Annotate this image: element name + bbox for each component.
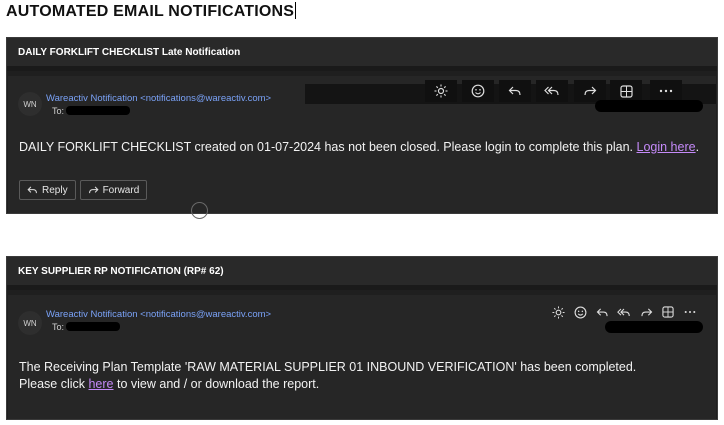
message-card: WN Wareactiv Notification <notifications… bbox=[8, 76, 716, 219]
body-line-2: Please click here to view and / or downl… bbox=[19, 376, 636, 393]
grid-icon[interactable] bbox=[658, 301, 678, 323]
email-body: The Receiving Plan Template 'RAW MATERIA… bbox=[19, 359, 636, 393]
body-line-2-prefix: Please click bbox=[19, 377, 85, 391]
reply-icon bbox=[27, 186, 37, 194]
message-actions: Reply Forward bbox=[19, 180, 148, 200]
email-body: DAILY FORKLIFT CHECKLIST created on 01-0… bbox=[19, 139, 699, 156]
email-subject: KEY SUPPLIER RP NOTIFICATION (RP# 62) bbox=[18, 265, 224, 277]
more-icon[interactable] bbox=[680, 301, 700, 323]
to-label: To: bbox=[52, 106, 65, 116]
redacted-recipient bbox=[66, 322, 121, 331]
grid-icon[interactable] bbox=[610, 80, 642, 102]
reply-all-icon[interactable] bbox=[614, 301, 634, 323]
more-icon[interactable] bbox=[650, 80, 682, 102]
emoji-icon[interactable] bbox=[462, 80, 494, 102]
forward-icon[interactable] bbox=[636, 301, 656, 323]
to-label: To: bbox=[52, 322, 65, 332]
recipient-line: To: bbox=[52, 322, 121, 332]
subject-bar: KEY SUPPLIER RP NOTIFICATION (RP# 62) bbox=[7, 257, 717, 290]
cursor-indicator bbox=[191, 202, 208, 219]
text-caret bbox=[295, 2, 297, 19]
redacted-info bbox=[605, 321, 703, 333]
login-link[interactable]: Login here bbox=[637, 140, 696, 154]
sun-icon[interactable] bbox=[548, 301, 568, 323]
redacted-recipient bbox=[66, 106, 131, 115]
redacted-info bbox=[595, 100, 703, 112]
reply-icon[interactable] bbox=[499, 80, 531, 102]
body-text: DAILY FORKLIFT CHECKLIST created on 01-0… bbox=[19, 140, 634, 154]
forward-icon[interactable] bbox=[574, 80, 606, 102]
avatar: WN bbox=[18, 311, 42, 335]
message-card: WN Wareactiv Notification <notifications… bbox=[8, 295, 716, 419]
page-title: AUTOMATED EMAIL NOTIFICATIONS bbox=[6, 2, 297, 20]
forward-icon bbox=[88, 186, 99, 194]
report-link[interactable]: here bbox=[88, 377, 113, 391]
reply-icon[interactable] bbox=[592, 301, 612, 323]
body-period: . bbox=[695, 140, 700, 154]
email-notification-1: DAILY FORKLIFT CHECKLIST Late Notificati… bbox=[6, 37, 718, 219]
avatar: WN bbox=[18, 92, 42, 116]
body-line-2-suffix: to view and / or download the report. bbox=[117, 377, 320, 391]
body-line-1: The Receiving Plan Template 'RAW MATERIA… bbox=[19, 360, 637, 374]
reply-all-icon[interactable] bbox=[536, 80, 568, 102]
forward-label: Forward bbox=[102, 184, 140, 196]
email-subject: DAILY FORKLIFT CHECKLIST Late Notificati… bbox=[18, 46, 241, 58]
emoji-icon[interactable] bbox=[570, 301, 590, 323]
email-notification-2: KEY SUPPLIER RP NOTIFICATION (RP# 62) WN… bbox=[6, 256, 718, 420]
reply-button[interactable]: Reply bbox=[19, 180, 76, 200]
subject-bar: DAILY FORKLIFT CHECKLIST Late Notificati… bbox=[7, 38, 717, 71]
forward-button[interactable]: Forward bbox=[79, 180, 148, 200]
sender-name[interactable]: Wareactiv Notification <notifications@wa… bbox=[46, 93, 271, 104]
sun-icon[interactable] bbox=[425, 80, 457, 102]
sender-name[interactable]: Wareactiv Notification <notifications@wa… bbox=[46, 309, 271, 320]
reply-label: Reply bbox=[42, 184, 68, 196]
recipient-line: To: bbox=[52, 106, 131, 116]
